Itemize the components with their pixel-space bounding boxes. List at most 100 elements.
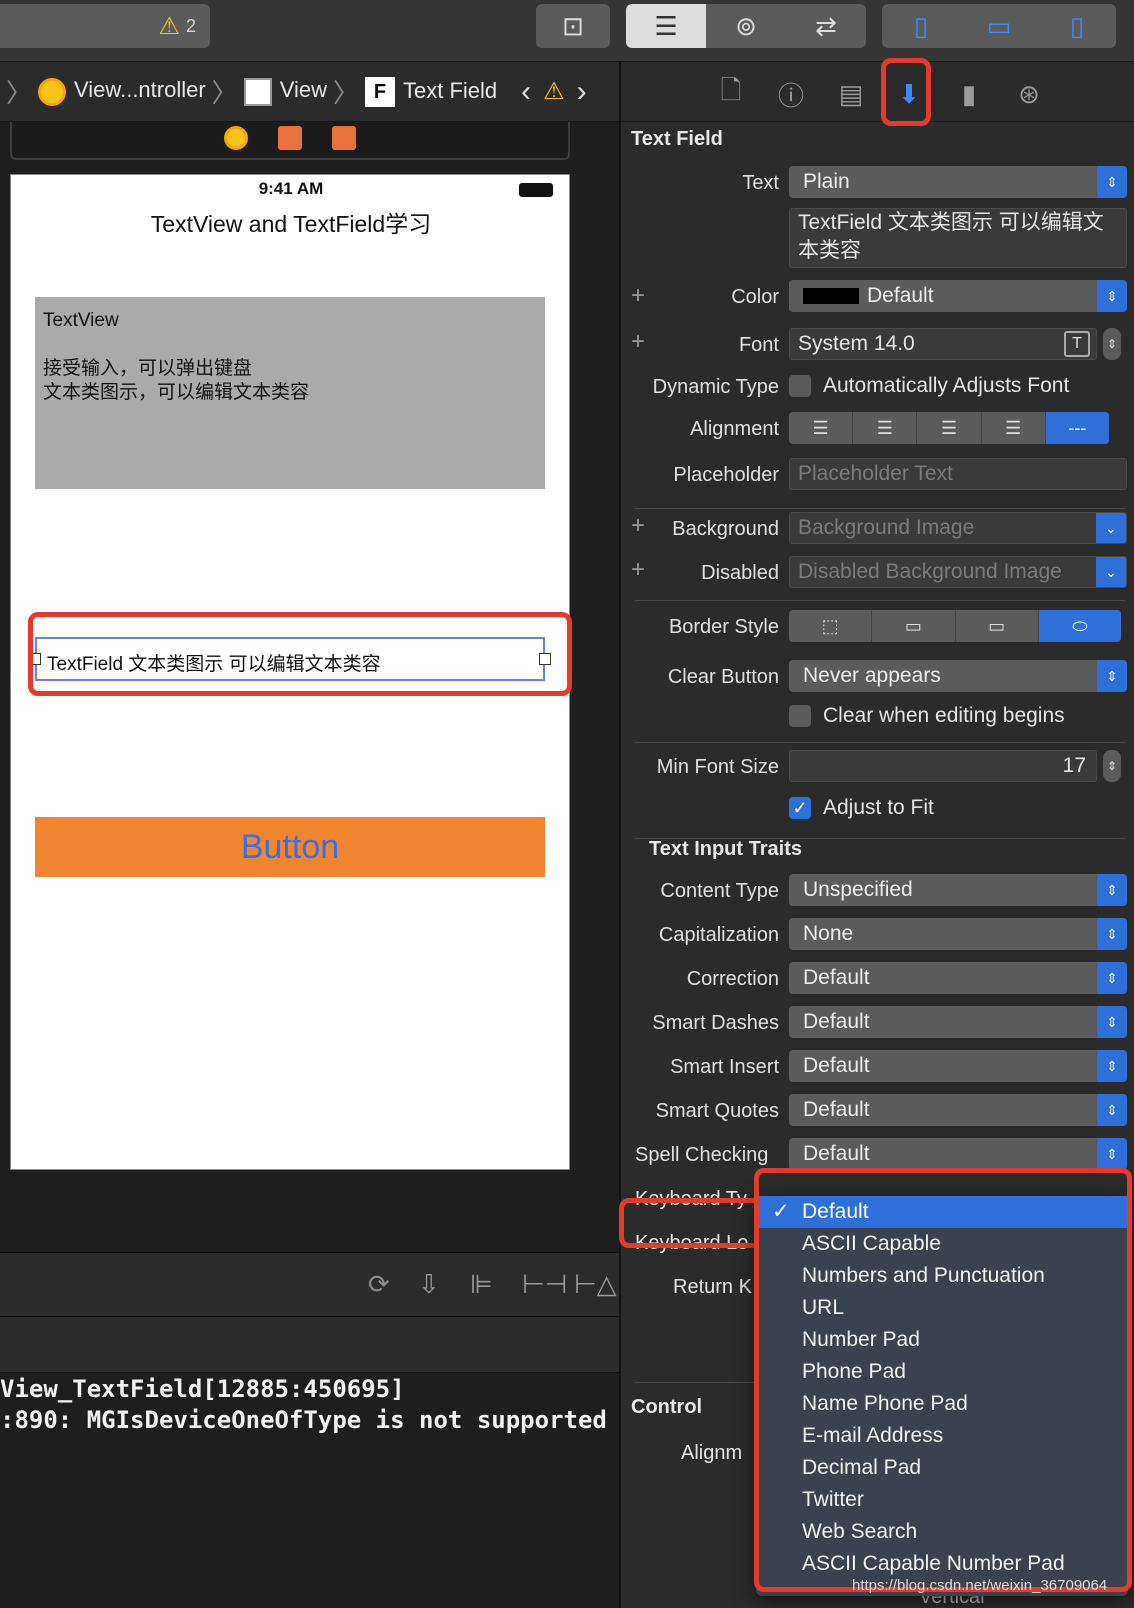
console-line: View_TextField[12885:450695] [0,1375,405,1403]
checkmark-icon: ✓ [789,797,811,820]
textview-line [43,333,537,357]
text-label: Text [742,172,779,194]
scene-button[interactable]: Button [35,817,545,877]
adjust-to-fit-checkbox[interactable]: ✓ Adjust to Fit [789,796,934,820]
spell-checking-popup[interactable]: Default ⇕ [789,1138,1127,1170]
content-type-popup[interactable]: Unspecified ⇕ [789,874,1127,906]
status-bar-time: 9:41 AM [258,179,324,198]
warning-icon[interactable]: ⚠ [543,77,565,106]
up-down-chevron-icon: ⇕ [1097,1094,1127,1126]
breadcrumb-item-textfield[interactable]: F Text Field [365,76,497,107]
console-output[interactable]: View_TextField[12885:450695] :890: MGIsD… [0,1372,619,1608]
placeholder-field[interactable]: Placeholder Text [789,458,1127,490]
chevron-right-icon: 〉 [6,78,33,108]
border-line-icon[interactable]: ▭ [872,610,956,642]
correction-popup[interactable]: Default ⇕ [789,962,1127,994]
text-content-field[interactable]: TextField 文本类图示 可以编辑文本类容 [789,208,1127,268]
resolve-issues-icon[interactable]: ⊢△ [574,1269,617,1300]
align-natural-icon[interactable]: --- [1045,412,1109,444]
textfield-highlight [28,612,572,696]
file-inspector-icon[interactable]: 🗋 [713,75,749,112]
control-title: Control [631,1396,703,1418]
console-line: :890: MGIsDeviceOneOfType is not support… [0,1406,607,1434]
border-bezel-icon[interactable]: ▭ [956,610,1039,642]
library-button[interactable]: ⊡ [536,4,610,48]
align-justify-icon[interactable]: ☰ [982,412,1046,444]
help-icon[interactable]: ⓘ [773,76,809,112]
align-right-icon[interactable]: ☰ [917,412,982,444]
view-controller-icon [38,77,67,106]
smart-dashes-label: Smart Dashes [652,1012,779,1034]
align-icon[interactable]: ⊫ [470,1269,493,1300]
exit-icon[interactable] [332,126,356,150]
min-font-stepper[interactable]: ⇕ [1103,750,1121,782]
left-panel-icon: ▯ [913,10,929,41]
text-view[interactable]: TextView 接受输入，可以弹出键盘 文本类图示，可以编辑文本类容 [35,297,545,489]
version-editor-button[interactable]: ⇄ [786,4,866,48]
min-font-size-label: Min Font Size [656,756,779,778]
scene-title-label: TextView and TextField学习 [150,211,432,237]
adjusts-font-checkbox[interactable]: Automatically Adjusts Font [789,374,1069,398]
arrows-icon: ⇄ [815,10,837,41]
placeholder-label: Placeholder [673,464,779,486]
inspector-tabs: 🗋 ⓘ ▤ ⬇ ▮ ⊛ [621,62,1134,122]
view-icon [243,77,272,106]
battery-icon [519,183,553,197]
color-popup[interactable]: Default ⇕ [789,280,1127,312]
plus-icon[interactable]: + [631,556,645,584]
chevron-down-icon[interactable]: ⌄ [1096,513,1126,543]
menu-highlight [754,1168,1132,1592]
activity-status[interactable]: ⚠ 2 [0,4,210,48]
align-center-icon[interactable]: ☰ [853,412,918,444]
embed-in-icon[interactable]: ⇩ [418,1269,440,1300]
breadcrumb-item-view[interactable]: View [243,77,327,106]
alignment-segment: ☰ ☰ ☰ ☰ --- [789,412,1109,444]
plus-icon[interactable]: + [631,282,645,310]
assistant-editor-button[interactable]: ⊚ [706,4,786,48]
size-inspector-icon[interactable]: ▮ [951,76,987,112]
align-left-icon[interactable]: ☰ [789,412,854,444]
font-field[interactable]: System 14.0 T [789,328,1097,360]
warning-count: 2 [185,15,196,36]
clear-button-popup[interactable]: Never appears ⇕ [789,660,1127,692]
disabled-field[interactable]: Disabled Background Image ⌄ [789,556,1127,588]
breadcrumb-item-controller[interactable]: View...ntroller [38,77,206,106]
text-input-traits-title: Text Input Traits [649,838,802,860]
capitalization-popup[interactable]: None ⇕ [789,918,1127,950]
smart-insert-popup[interactable]: Default ⇕ [789,1050,1127,1082]
update-frames-icon[interactable]: ⟳ [368,1269,390,1300]
view-controller-icon[interactable] [224,126,248,150]
lines-icon: ☰ [654,10,678,41]
debug-toggle-button[interactable]: ▭ [960,4,1038,48]
identity-inspector-icon[interactable]: ▤ [833,76,869,112]
spell-checking-label: Spell Checking [635,1144,769,1166]
connections-inspector-icon[interactable]: ⊛ [1011,76,1047,112]
text-type-popup[interactable]: Plain ⇕ [789,166,1127,198]
inspector-toggle-button[interactable]: ▯ [1038,4,1116,48]
canvas-bottom-bar: ⟳ ⇩ ⊫ ⊢⊣ ⊢△ [0,1252,619,1316]
first-responder-icon[interactable] [278,126,302,150]
smart-dashes-popup[interactable]: Default ⇕ [789,1006,1127,1038]
smart-quotes-popup[interactable]: Default ⇕ [789,1094,1127,1126]
standard-editor-button[interactable]: ☰ [626,4,706,48]
border-none-icon[interactable]: ⬚ [789,610,873,642]
plus-icon[interactable]: + [631,512,645,540]
control-alignment-label: Alignm [681,1442,743,1464]
min-font-size-field[interactable]: 17 [789,750,1097,782]
font-picker-icon[interactable]: T [1064,331,1090,357]
interface-builder-canvas[interactable]: 9:41 AM TextView and TextField学习 TextVie… [0,122,619,1252]
border-rounded-icon[interactable]: ⬭ [1038,610,1121,642]
add-constraints-icon[interactable]: ⊢⊣ [522,1269,567,1300]
clear-editing-checkbox[interactable]: Clear when editing begins [789,704,1065,728]
alignment-label: Alignment [690,418,779,440]
background-field[interactable]: Background Image ⌄ [789,512,1127,544]
checkbox [789,375,811,398]
chevron-left-icon[interactable]: ‹ [521,75,531,109]
navigator-toggle-button[interactable]: ▯ [882,4,960,48]
chevron-right-icon[interactable]: › [577,75,587,109]
chevron-down-icon[interactable]: ⌄ [1096,557,1126,587]
font-stepper[interactable]: ⇕ [1103,328,1121,360]
color-label: Color [731,286,779,308]
correction-label: Correction [686,968,779,990]
plus-icon[interactable]: + [631,328,645,356]
